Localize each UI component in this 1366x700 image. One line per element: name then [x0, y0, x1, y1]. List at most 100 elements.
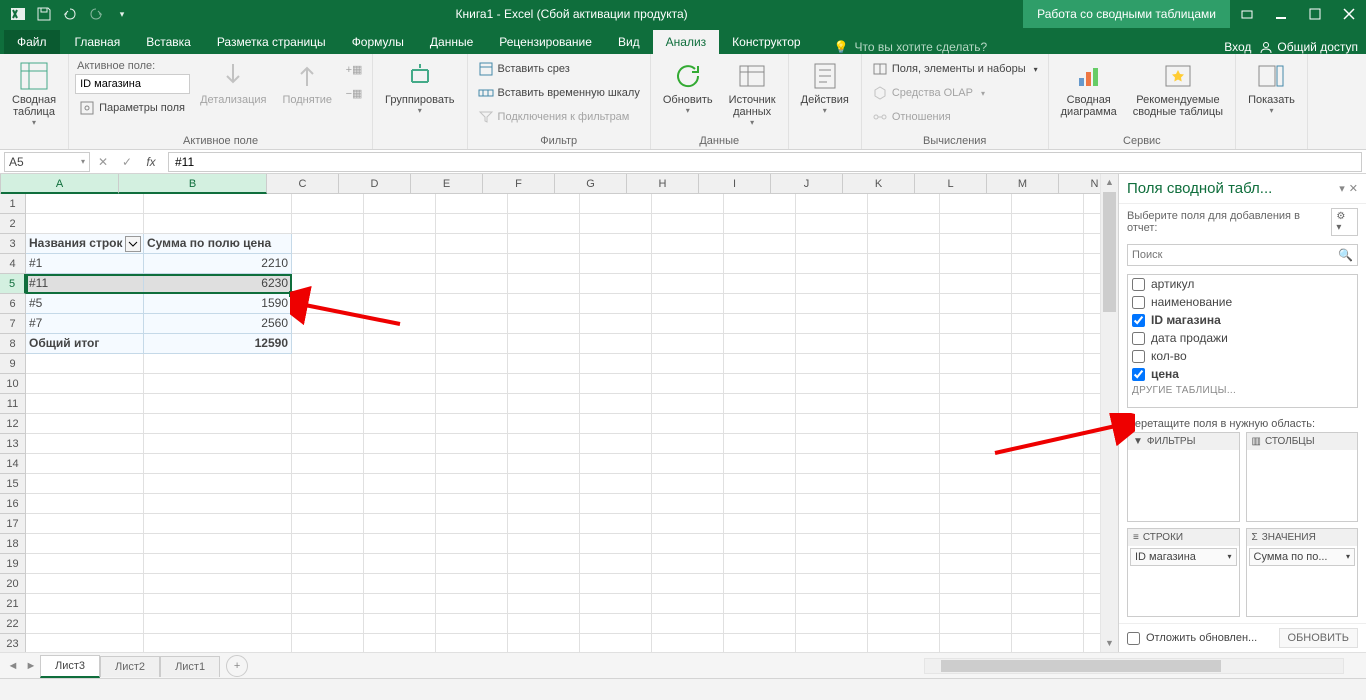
- cell-D19[interactable]: [364, 554, 436, 574]
- cell-H9[interactable]: [652, 354, 724, 374]
- col-header-M[interactable]: M: [987, 174, 1059, 194]
- field-settings-button[interactable]: Параметры поля: [75, 97, 190, 119]
- cell-E15[interactable]: [436, 474, 508, 494]
- cell-C5[interactable]: [292, 274, 364, 294]
- cell-F21[interactable]: [508, 594, 580, 614]
- cell-N10[interactable]: [1084, 374, 1100, 394]
- cell-M23[interactable]: [1012, 634, 1084, 652]
- cell-A19[interactable]: [26, 554, 144, 574]
- cell-B15[interactable]: [144, 474, 292, 494]
- cell-I19[interactable]: [724, 554, 796, 574]
- sheet-tab-2[interactable]: Лист2: [100, 656, 160, 677]
- col-header-L[interactable]: L: [915, 174, 987, 194]
- cell-D17[interactable]: [364, 514, 436, 534]
- cell-I15[interactable]: [724, 474, 796, 494]
- cell-L4[interactable]: [940, 254, 1012, 274]
- cell-G6[interactable]: [580, 294, 652, 314]
- cell-B7[interactable]: 2560: [144, 314, 292, 334]
- col-header-I[interactable]: I: [699, 174, 771, 194]
- cell-F4[interactable]: [508, 254, 580, 274]
- group-button[interactable]: Группировать ▾: [379, 58, 461, 117]
- cell-B19[interactable]: [144, 554, 292, 574]
- field-checkbox-2[interactable]: [1132, 314, 1145, 327]
- cell-C19[interactable]: [292, 554, 364, 574]
- cell-J21[interactable]: [796, 594, 868, 614]
- cell-C9[interactable]: [292, 354, 364, 374]
- cell-F22[interactable]: [508, 614, 580, 634]
- cell-J20[interactable]: [796, 574, 868, 594]
- cell-A21[interactable]: [26, 594, 144, 614]
- cell-I17[interactable]: [724, 514, 796, 534]
- cell-C4[interactable]: [292, 254, 364, 274]
- cell-C7[interactable]: [292, 314, 364, 334]
- cell-C22[interactable]: [292, 614, 364, 634]
- cell-I11[interactable]: [724, 394, 796, 414]
- cell-E8[interactable]: [436, 334, 508, 354]
- cell-B21[interactable]: [144, 594, 292, 614]
- cell-C20[interactable]: [292, 574, 364, 594]
- cell-L7[interactable]: [940, 314, 1012, 334]
- cell-B23[interactable]: [144, 634, 292, 652]
- row-header-21[interactable]: 21: [0, 594, 26, 614]
- row-header-5[interactable]: 5: [0, 274, 26, 294]
- cell-G8[interactable]: [580, 334, 652, 354]
- cell-A17[interactable]: [26, 514, 144, 534]
- cell-J6[interactable]: [796, 294, 868, 314]
- maximize-icon[interactable]: [1298, 0, 1332, 28]
- cell-C16[interactable]: [292, 494, 364, 514]
- cell-B13[interactable]: [144, 434, 292, 454]
- cell-N6[interactable]: [1084, 294, 1100, 314]
- row-header-16[interactable]: 16: [0, 494, 26, 514]
- cell-K18[interactable]: [868, 534, 940, 554]
- cell-J1[interactable]: [796, 194, 868, 214]
- tell-me-search[interactable]: 💡 Что вы хотите сделать?: [834, 40, 988, 54]
- sheet-tab-3[interactable]: Лист3: [40, 655, 100, 678]
- col-header-A[interactable]: A: [1, 174, 119, 194]
- tab-design[interactable]: Конструктор: [719, 30, 813, 54]
- field-0[interactable]: артикул: [1128, 275, 1357, 293]
- cell-F20[interactable]: [508, 574, 580, 594]
- cell-E19[interactable]: [436, 554, 508, 574]
- cell-I2[interactable]: [724, 214, 796, 234]
- cell-K4[interactable]: [868, 254, 940, 274]
- cell-C8[interactable]: [292, 334, 364, 354]
- save-icon[interactable]: [32, 2, 56, 26]
- cell-M20[interactable]: [1012, 574, 1084, 594]
- cell-C23[interactable]: [292, 634, 364, 652]
- field-checkbox-1[interactable]: [1132, 296, 1145, 309]
- cell-L13[interactable]: [940, 434, 1012, 454]
- row-header-18[interactable]: 18: [0, 534, 26, 554]
- col-header-E[interactable]: E: [411, 174, 483, 194]
- cell-A20[interactable]: [26, 574, 144, 594]
- cell-H18[interactable]: [652, 534, 724, 554]
- cell-I18[interactable]: [724, 534, 796, 554]
- cell-B3[interactable]: Сумма по полю цена: [144, 234, 292, 254]
- cell-F9[interactable]: [508, 354, 580, 374]
- cell-J13[interactable]: [796, 434, 868, 454]
- cell-F5[interactable]: [508, 274, 580, 294]
- cell-H5[interactable]: [652, 274, 724, 294]
- col-header-B[interactable]: B: [119, 174, 267, 194]
- cell-I12[interactable]: [724, 414, 796, 434]
- cell-D8[interactable]: [364, 334, 436, 354]
- cell-N8[interactable]: [1084, 334, 1100, 354]
- cell-A12[interactable]: [26, 414, 144, 434]
- sheet-nav-next[interactable]: ►: [22, 660, 40, 672]
- tab-analyze[interactable]: Анализ: [653, 30, 720, 54]
- cell-L11[interactable]: [940, 394, 1012, 414]
- cell-G20[interactable]: [580, 574, 652, 594]
- cell-I9[interactable]: [724, 354, 796, 374]
- cell-I4[interactable]: [724, 254, 796, 274]
- cell-L9[interactable]: [940, 354, 1012, 374]
- col-header-C[interactable]: C: [267, 174, 339, 194]
- cell-G19[interactable]: [580, 554, 652, 574]
- cell-A7[interactable]: #7: [26, 314, 144, 334]
- cell-K16[interactable]: [868, 494, 940, 514]
- cell-N21[interactable]: [1084, 594, 1100, 614]
- cell-A13[interactable]: [26, 434, 144, 454]
- cell-A11[interactable]: [26, 394, 144, 414]
- cell-C6[interactable]: [292, 294, 364, 314]
- tab-page-layout[interactable]: Разметка страницы: [204, 30, 339, 54]
- cell-B16[interactable]: [144, 494, 292, 514]
- cell-H17[interactable]: [652, 514, 724, 534]
